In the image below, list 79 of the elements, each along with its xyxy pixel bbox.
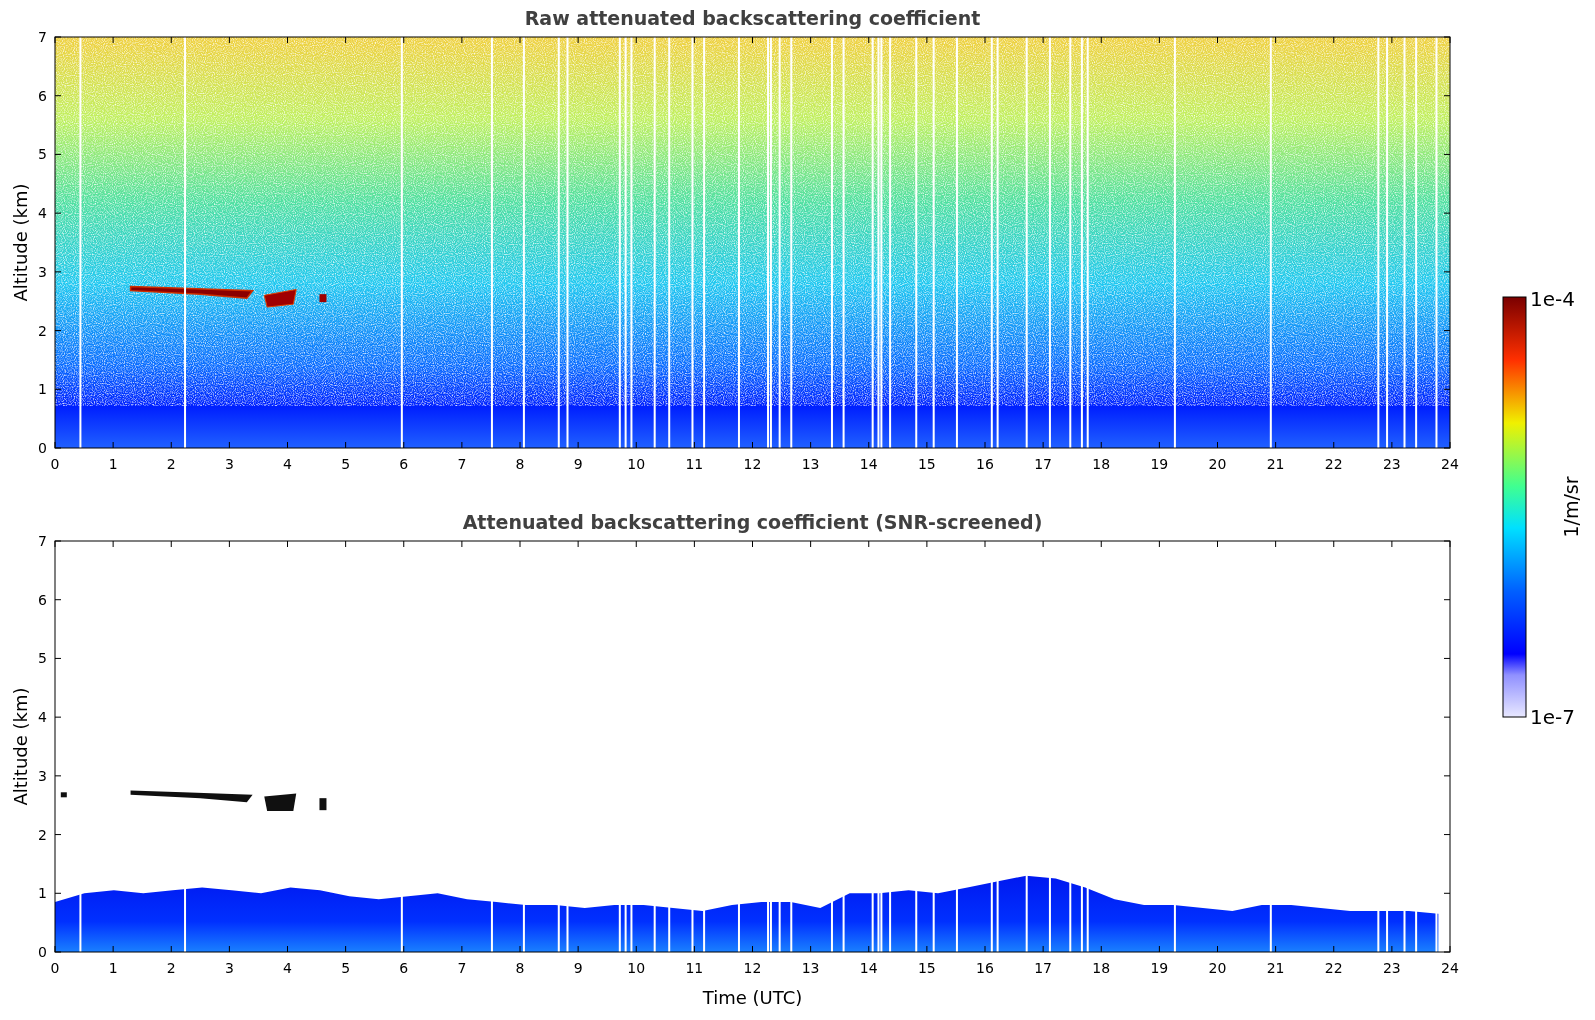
tick-label: 3 bbox=[38, 263, 47, 280]
tick-label: 20 bbox=[1208, 456, 1227, 472]
tick-label: 3 bbox=[38, 767, 47, 784]
cloud-layer bbox=[319, 798, 327, 811]
tick-label: 15 bbox=[917, 960, 936, 976]
cloud-layer bbox=[319, 294, 327, 303]
tick-label: 6 bbox=[38, 591, 47, 608]
tick-label: 1 bbox=[108, 456, 118, 472]
tick-label: 8 bbox=[515, 456, 525, 472]
tick-label: 0 bbox=[38, 440, 47, 456]
tick-label: 0 bbox=[50, 960, 60, 976]
tick-label: 24 bbox=[1441, 960, 1459, 976]
tick-label: 8 bbox=[515, 960, 525, 976]
tick-label: 2 bbox=[38, 826, 47, 843]
tick-label: 7 bbox=[38, 29, 47, 45]
tick-label: 3 bbox=[224, 960, 234, 976]
tick-label: 4 bbox=[38, 709, 47, 726]
tick-label: 10 bbox=[627, 456, 646, 472]
tick-label: 18 bbox=[1092, 960, 1111, 976]
axis-label: Altitude (km) bbox=[10, 183, 31, 302]
tick-label: 7 bbox=[38, 533, 47, 549]
tick-label: 11 bbox=[685, 960, 704, 976]
tick-label: 7 bbox=[457, 960, 467, 976]
tick-label: 5 bbox=[341, 960, 351, 976]
tick-label: 11 bbox=[685, 456, 704, 472]
tick-label: 16 bbox=[976, 456, 994, 472]
tick-label: 20 bbox=[1208, 960, 1227, 976]
cloud-layer bbox=[60, 792, 67, 798]
tick-label: 0 bbox=[50, 456, 60, 472]
tick-label: 4 bbox=[283, 456, 292, 472]
tick-label: 3 bbox=[224, 456, 234, 472]
tick-label: 1 bbox=[38, 885, 47, 902]
colorbar-title: 1/m/sr bbox=[1560, 476, 1582, 538]
tick-label: 6 bbox=[38, 87, 47, 104]
tick-label: 6 bbox=[399, 456, 409, 472]
tick-label: 16 bbox=[976, 960, 994, 976]
tick-label: 17 bbox=[1034, 456, 1053, 472]
tick-label: 2 bbox=[38, 322, 47, 339]
tick-label: 7 bbox=[457, 456, 467, 472]
tick-label: 4 bbox=[283, 960, 292, 976]
tick-label: 5 bbox=[38, 650, 47, 667]
tick-label: 1 bbox=[38, 381, 47, 398]
axis-label: Altitude (km) bbox=[10, 687, 31, 806]
cloud-layer bbox=[264, 793, 297, 812]
axis-label: Time (UTC) bbox=[702, 987, 803, 1008]
tick-label: 4 bbox=[38, 205, 47, 222]
tick-label: 12 bbox=[743, 456, 762, 472]
tick-label: 9 bbox=[573, 456, 583, 472]
tick-label: 17 bbox=[1034, 960, 1053, 976]
tick-label: 14 bbox=[859, 960, 878, 976]
colorbar-label: 1e-7 bbox=[1530, 705, 1575, 729]
tick-label: 9 bbox=[573, 960, 583, 976]
tick-label: 12 bbox=[743, 960, 762, 976]
plot-title: Raw attenuated backscattering coefficient bbox=[524, 7, 981, 29]
plot-title: Attenuated backscattering coefficient (SNR-screened) bbox=[462, 511, 1043, 533]
tick-label: 2 bbox=[166, 960, 176, 976]
tick-label: 1 bbox=[108, 960, 118, 976]
cloud-layer bbox=[263, 288, 297, 308]
tick-label: 22 bbox=[1324, 960, 1343, 976]
tick-label: 2 bbox=[166, 456, 176, 472]
tick-label: 21 bbox=[1266, 456, 1285, 472]
tick-label: 23 bbox=[1382, 456, 1401, 472]
tick-label: 19 bbox=[1150, 456, 1169, 472]
tick-label: 22 bbox=[1324, 456, 1343, 472]
tick-label: 15 bbox=[917, 456, 936, 472]
tick-label: 13 bbox=[801, 960, 820, 976]
tick-label: 14 bbox=[859, 456, 878, 472]
tick-label: 24 bbox=[1441, 456, 1459, 472]
tick-label: 10 bbox=[627, 960, 646, 976]
tick-label: 5 bbox=[38, 146, 47, 163]
tick-label: 19 bbox=[1150, 960, 1169, 976]
tick-label: 6 bbox=[399, 960, 409, 976]
tick-label: 0 bbox=[38, 944, 47, 960]
tick-label: 23 bbox=[1382, 960, 1401, 976]
tick-label: 18 bbox=[1092, 456, 1111, 472]
colorbar-label: 1e-4 bbox=[1530, 287, 1575, 311]
tick-label: 13 bbox=[801, 456, 820, 472]
tick-label: 5 bbox=[341, 456, 351, 472]
tick-label: 21 bbox=[1266, 960, 1285, 976]
